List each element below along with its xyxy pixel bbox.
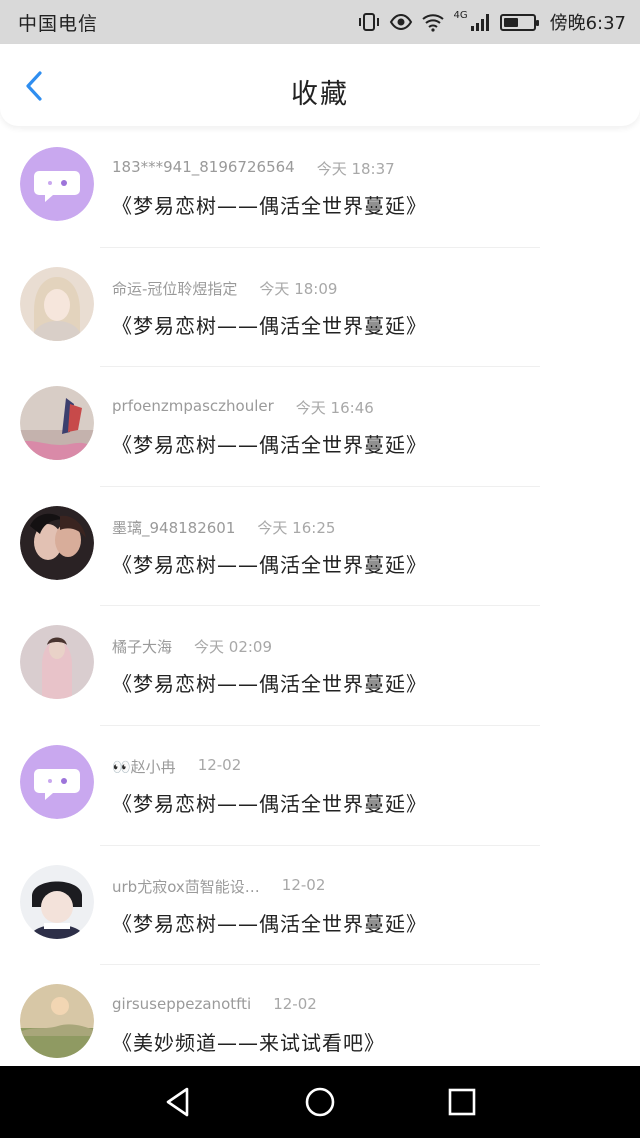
item-user[interactable]: 👀赵小冉 <box>112 756 176 777</box>
item-user[interactable]: 橘子大海 <box>112 636 172 657</box>
item-time: 12-02 <box>273 995 317 1014</box>
nav-back-button[interactable] <box>156 1080 200 1124</box>
circle-home-icon <box>305 1087 335 1117</box>
list-item[interactable]: 👀赵小冉 12-02 《梦易恋树——偶活全世界蔓延》 <box>0 726 640 846</box>
item-time: 12-02 <box>197 755 242 774</box>
avatar[interactable] <box>20 984 94 1059</box>
item-time: 今天 18:37 <box>316 160 395 178</box>
wifi-icon <box>422 14 445 32</box>
item-user[interactable]: 183***941_8196726564 <box>112 158 295 179</box>
nav-recents-button[interactable] <box>440 1080 484 1124</box>
item-title[interactable]: 《梦易恋树——偶活全世界蔓延》 <box>112 549 427 578</box>
header: 收藏 <box>0 44 640 126</box>
system-nav-bar <box>0 1066 640 1138</box>
user-photo <box>20 864 94 939</box>
item-time: 今天 18:09 <box>259 279 338 298</box>
item-meta: prfoenzmpasczhouler 今天 16:46 <box>112 397 374 418</box>
status-icons: 4G 傍晚6:37 <box>357 9 626 35</box>
list-item[interactable]: 183***941_8196726564 今天 18:37 《梦易恋树——偶活全… <box>0 128 640 248</box>
item-meta: 183***941_8196726564 今天 18:37 <box>112 158 395 179</box>
item-time: 今天 02:09 <box>194 638 273 657</box>
user-photo <box>20 386 94 461</box>
eye-icon <box>390 13 413 31</box>
item-meta: 橘子大海 今天 02:09 <box>112 636 272 657</box>
item-title[interactable]: 《梦易恋树——偶活全世界蔓延》 <box>112 310 427 339</box>
avatar[interactable] <box>20 864 94 939</box>
avatar[interactable] <box>20 625 94 700</box>
list-item[interactable]: 墨璃_948182601 今天 16:25 《梦易恋树——偶活全世界蔓延》 <box>0 487 640 607</box>
item-title[interactable]: 《梦易恋树——偶活全世界蔓延》 <box>112 190 427 219</box>
vibrate-icon <box>359 13 380 31</box>
item-title[interactable]: 《梦易恋树——偶活全世界蔓延》 <box>112 429 427 458</box>
item-title[interactable]: 《梦易恋树——偶活全世界蔓延》 <box>112 788 427 817</box>
square-recents-icon <box>448 1088 476 1116</box>
nav-home-button[interactable] <box>298 1080 342 1124</box>
user-photo <box>20 984 94 1059</box>
list-item[interactable]: 橘子大海 今天 02:09 《梦易恋树——偶活全世界蔓延》 <box>0 606 640 726</box>
user-photo <box>20 625 94 700</box>
item-user[interactable]: girsuseppezanotfti <box>112 995 251 1013</box>
clock: 傍晚6:37 <box>549 13 626 34</box>
item-time: 今天 16:46 <box>295 399 374 418</box>
avatar[interactable] <box>20 744 94 819</box>
network-type: 4G <box>453 9 468 21</box>
item-title[interactable]: 《梦易恋树——偶活全世界蔓延》 <box>112 908 427 937</box>
status-bar: 中国电信 4G 傍晚6:37 <box>0 0 640 44</box>
triangle-back-icon <box>166 1087 189 1117</box>
item-user[interactable]: 墨璃_948182601 <box>112 517 235 538</box>
item-user[interactable]: urb尤寂ox茴智能设… <box>112 876 260 897</box>
item-meta: 墨璃_948182601 今天 16:25 <box>112 517 335 538</box>
signal-icon <box>470 14 489 31</box>
chat-bubble-icon <box>20 744 94 819</box>
item-meta: girsuseppezanotfti 12-02 <box>112 995 317 1013</box>
page-title: 收藏 <box>291 79 349 110</box>
avatar[interactable] <box>20 147 94 221</box>
list-item[interactable]: 命运-冠位聆煜指定 今天 18:09 《梦易恋树——偶活全世界蔓延》 <box>0 248 640 368</box>
battery-level <box>503 17 518 27</box>
item-time: 今天 16:25 <box>257 518 336 537</box>
item-user[interactable]: 命运-冠位聆煜指定 <box>112 278 237 299</box>
item-user[interactable]: prfoenzmpasczhouler <box>112 397 274 418</box>
avatar[interactable] <box>20 386 94 461</box>
item-time: 12-02 <box>281 875 326 894</box>
list-item[interactable]: prfoenzmpasczhouler 今天 16:46 《梦易恋树——偶活全世… <box>0 367 640 487</box>
avatar[interactable] <box>20 266 94 341</box>
user-photo <box>20 505 94 580</box>
battery-icon <box>499 13 539 31</box>
favorites-list: 183***941_8196726564 今天 18:37 《梦易恋树——偶活全… <box>0 128 640 1085</box>
list-item[interactable]: urb尤寂ox茴智能设… 12-02 《梦易恋树——偶活全世界蔓延》 <box>0 846 640 966</box>
item-meta: 👀赵小冉 12-02 <box>112 756 241 777</box>
user-photo <box>20 266 94 341</box>
carrier-name: 中国电信 <box>18 12 99 35</box>
avatar[interactable] <box>20 505 94 580</box>
item-title[interactable]: 《梦易恋树——偶活全世界蔓延》 <box>112 668 427 697</box>
item-meta: urb尤寂ox茴智能设… 12-02 <box>112 876 325 897</box>
item-meta: 命运-冠位聆煜指定 今天 18:09 <box>112 278 337 299</box>
chat-bubble-icon <box>20 147 94 221</box>
item-title[interactable]: 《美妙频道——来试试看吧》 <box>112 1027 385 1056</box>
